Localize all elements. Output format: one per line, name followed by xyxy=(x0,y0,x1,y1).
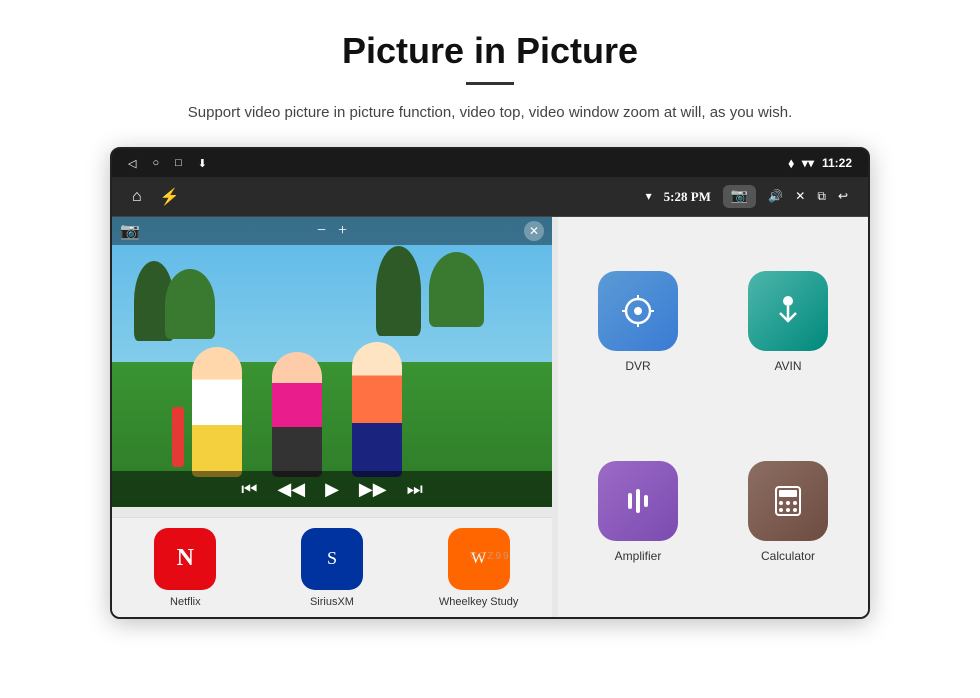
netflix-icon: N xyxy=(154,528,216,590)
wifi-signal-icon: ▾▾ xyxy=(802,156,814,170)
page-description: Support video picture in picture functio… xyxy=(188,101,792,125)
video-scene xyxy=(112,217,552,507)
pip-minus-button[interactable]: − xyxy=(317,222,326,240)
avin-label: AVIN xyxy=(774,359,801,373)
volume-icon[interactable]: 🔊 xyxy=(768,189,783,204)
pip-window[interactable]: 📷 − + ✕ xyxy=(112,217,552,507)
person-1 xyxy=(192,347,242,477)
home-icon[interactable]: ⌂ xyxy=(132,188,142,206)
pip-close-button[interactable]: ✕ xyxy=(524,221,544,241)
siriusxm-label: SiriusXM xyxy=(310,596,354,608)
pip-bottom-controls: ⏮ ◀◀ ▶ ▶▶ ⏭ xyxy=(112,471,552,507)
netflix-label: Netflix xyxy=(170,596,201,608)
right-app-grid: DVR AVIN xyxy=(558,217,868,617)
netflix-app[interactable]: N Netflix xyxy=(140,528,230,608)
watermark: VCZ99 xyxy=(469,551,510,562)
page-title: Picture in Picture xyxy=(342,30,638,72)
pip-size-controls: − + xyxy=(317,222,347,240)
status-bar-right: ⬧ ▾▾ 11:22 xyxy=(789,156,852,171)
wifi-nav-icon: ▾ xyxy=(646,189,652,204)
usb-icon[interactable]: ⚡ xyxy=(160,187,180,207)
dvr-icon xyxy=(598,271,678,351)
person-2 xyxy=(272,352,322,477)
screen-content: 📷 − + ✕ xyxy=(112,217,868,617)
pip-topbar: 📷 − + ✕ xyxy=(112,217,552,245)
status-bar: ◁ ○ □ ⬇ ⬧ ▾▾ 11:22 xyxy=(112,149,868,177)
location-icon: ⬧ xyxy=(789,156,794,171)
back-nav-icon[interactable]: ◁ xyxy=(128,157,136,170)
nav-time: 5:28 PM xyxy=(664,189,711,205)
person-3 xyxy=(352,342,402,477)
amplifier-icon xyxy=(598,461,678,541)
recent-nav-icon[interactable]: □ xyxy=(175,157,182,169)
tree-2 xyxy=(165,269,215,339)
dvr-app[interactable]: DVR xyxy=(568,232,708,412)
siriusxm-app[interactable]: S SiriusXM xyxy=(287,528,377,608)
rewind-icon[interactable]: ◀◀ xyxy=(277,479,305,500)
tree-4 xyxy=(429,252,484,327)
red-object xyxy=(172,407,184,467)
page-container: Picture in Picture Support video picture… xyxy=(0,0,980,629)
tree-3 xyxy=(376,246,421,336)
prev-track-icon[interactable]: ⏮ xyxy=(241,479,257,500)
camera-button[interactable]: 📷 xyxy=(723,185,756,208)
pip-plus-button[interactable]: + xyxy=(338,222,347,240)
calculator-app[interactable]: Calculator xyxy=(718,422,858,602)
calculator-label: Calculator xyxy=(761,549,815,563)
avin-icon xyxy=(748,271,828,351)
clock-time: 11:22 xyxy=(822,156,852,170)
nav-bar: ⌂ ⚡ ▾ 5:28 PM 📷 🔊 ✕ ⧉ ↩ xyxy=(112,177,868,217)
download-icon: ⬇ xyxy=(198,157,207,170)
pip-icon[interactable]: ⧉ xyxy=(817,189,826,204)
home-nav-icon[interactable]: ○ xyxy=(152,157,159,169)
wheelkey-app[interactable]: W Wheelkey Study xyxy=(434,528,524,608)
status-bar-left: ◁ ○ □ ⬇ xyxy=(128,157,207,170)
amplifier-label: Amplifier xyxy=(615,549,662,563)
device-frame: ◁ ○ □ ⬇ ⬧ ▾▾ 11:22 ⌂ ⚡ ▾ 5:28 PM 📷 🔊 xyxy=(110,147,870,619)
close-icon[interactable]: ✕ xyxy=(795,189,805,204)
dvr-label: DVR xyxy=(625,359,650,373)
amplifier-app[interactable]: Amplifier xyxy=(568,422,708,602)
back-button[interactable]: ↩ xyxy=(838,189,848,204)
calculator-icon xyxy=(748,461,828,541)
next-track-icon[interactable]: ⏭ xyxy=(407,479,423,500)
title-divider xyxy=(466,82,514,85)
bottom-app-row: N Netflix S SiriusXM W Wheelkey Study xyxy=(112,517,552,617)
siriusxm-icon: S xyxy=(301,528,363,590)
wheelkey-label: Wheelkey Study xyxy=(439,596,518,608)
forward-icon[interactable]: ▶▶ xyxy=(359,479,387,500)
play-pause-icon[interactable]: ▶ xyxy=(325,479,339,500)
avin-app[interactable]: AVIN xyxy=(718,232,858,412)
pip-camera-icon: 📷 xyxy=(120,221,140,241)
nav-left: ⌂ ⚡ xyxy=(132,187,180,207)
nav-right: ▾ 5:28 PM 📷 🔊 ✕ ⧉ ↩ xyxy=(646,185,848,208)
